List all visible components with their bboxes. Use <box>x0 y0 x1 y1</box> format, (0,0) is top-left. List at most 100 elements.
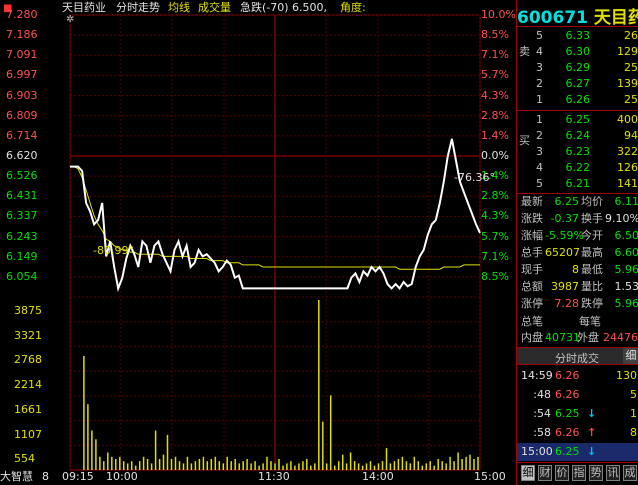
panel-tab[interactable]: 成 <box>623 465 637 481</box>
stock-name: 天目药业 <box>62 1 106 14</box>
angle-annotation-1: -80.99° <box>93 244 134 257</box>
level-volume: 94 <box>624 129 638 142</box>
bid-level-row: 2 6.24 94 <box>517 128 638 143</box>
trade-row[interactable]: :58 6.26 ↑ 8 <box>517 424 638 442</box>
arrow-down-icon: ↓ <box>587 407 597 420</box>
quote-value: 6.60 <box>614 246 638 259</box>
quote-value: 1.53 <box>614 280 638 293</box>
time-tick-label: 14:00 <box>362 470 394 483</box>
level-number: 1 <box>536 93 543 106</box>
intraday-chart[interactable] <box>0 0 516 485</box>
level-price: 6.29 <box>565 61 591 74</box>
volume-label[interactable]: 成交量 <box>198 2 231 14</box>
avg-line-label[interactable]: 均线 <box>168 2 190 14</box>
quote-value: 7.28 <box>554 297 580 310</box>
price-tick-label: 7.186 <box>6 28 38 42</box>
trade-time: :48 <box>533 388 551 401</box>
trades-detail-button[interactable]: 细 <box>623 348 638 364</box>
volume-tick-label: 554 <box>14 452 35 466</box>
trades-header[interactable]: 分时成交 细 <box>517 347 638 365</box>
trade-time: 14:59 <box>521 369 553 382</box>
time-tick-label: 09:15 <box>62 470 94 483</box>
price-tick-label: 6.243 <box>6 229 38 243</box>
trade-row[interactable]: 15:00 6.25 ↓ <box>517 443 638 461</box>
percent-tick-label: 5.7% <box>481 68 509 82</box>
inner-outer-row: 内盘 40731 外盘 24476 <box>517 330 638 346</box>
level-price: 6.30 <box>565 45 591 58</box>
volume-tick-label: 3321 <box>14 328 42 342</box>
quote-label: 量比 <box>581 280 603 293</box>
quote-label: 涨幅 <box>521 229 543 242</box>
level-number: 1 <box>536 113 543 126</box>
trade-price: 6.25 <box>555 445 580 458</box>
panel-tab[interactable]: 指 <box>572 465 586 481</box>
level-volume: 129 <box>617 45 638 58</box>
percent-tick-label: 8.5% <box>481 269 509 283</box>
angle-label: 角度: <box>340 1 366 14</box>
quote-label: 最新 <box>521 195 543 208</box>
panel-tab[interactable]: 财 <box>538 465 552 481</box>
panel-tab[interactable]: 价 <box>555 465 569 481</box>
trade-row[interactable]: 14:59 6.26 130 <box>517 367 638 385</box>
volume-tick-label: 1107 <box>14 427 42 441</box>
bid-level-row: 3 6.23 322 <box>517 144 638 159</box>
time-tick-label: 8 <box>42 470 49 483</box>
time-tick-label: 15:00 <box>474 470 506 483</box>
sell-side-label: 卖 <box>519 45 530 58</box>
level-volume: 141 <box>617 177 638 190</box>
quote-value: 3987 <box>551 280 579 293</box>
level-volume: 26 <box>624 29 638 42</box>
quote-row: 涨幅 -5.59% 今开 6.50 <box>517 228 638 244</box>
price-tick-label: 6.054 <box>6 269 38 283</box>
angle-annotation-2: -76.36° <box>454 171 495 184</box>
price-tick-label: 6.620 <box>6 149 38 162</box>
level-number: 2 <box>536 77 543 90</box>
quote-label: 总额 <box>521 280 543 293</box>
level-volume: 126 <box>617 161 638 174</box>
price-tick-label: 6.809 <box>6 108 38 122</box>
outer-value: 24476 <box>603 331 638 344</box>
per-order-label: 每笔 <box>579 315 601 328</box>
quote-row: 总手 65207 最高 6.60 <box>517 245 638 261</box>
quote-value: -5.59% <box>545 229 584 242</box>
stock-code: 600671 <box>517 8 588 27</box>
quote-row: 总额 3987 量比 1.53 <box>517 279 638 295</box>
quote-label: 总手 <box>521 246 543 259</box>
quote-value: 6.25 <box>554 195 580 208</box>
panel-tab[interactable]: 讯 <box>606 465 620 481</box>
trade-volume: 5 <box>630 388 637 401</box>
quote-label: 换手 <box>581 212 603 225</box>
percent-tick-label: 4.3% <box>481 88 509 102</box>
trade-row[interactable]: :54 6.25 ↓ 1 <box>517 405 638 423</box>
volume-tick-label: 1661 <box>14 402 42 416</box>
inner-label: 内盘 <box>521 331 543 344</box>
ask-level-row: 2 6.27 139 <box>517 76 638 91</box>
panel-tab[interactable]: 细 <box>521 465 535 481</box>
price-tick-label: 6.337 <box>6 209 38 223</box>
level-volume: 25 <box>624 93 638 106</box>
ask-level-row: 3 6.29 25 <box>517 60 638 75</box>
chart-type-label[interactable]: 分时走势 <box>116 2 160 14</box>
trade-time: :54 <box>533 407 551 420</box>
level-price: 6.26 <box>565 93 591 106</box>
order-count-row: 总笔 每笔 <box>517 314 638 330</box>
trade-time: :58 <box>533 426 551 439</box>
percent-tick-label: 1.4% <box>481 128 509 142</box>
quote-value: 65207 <box>545 246 580 259</box>
trade-volume: 130 <box>616 369 637 382</box>
quote-value: 6.50 <box>614 229 638 242</box>
trade-row[interactable]: :48 6.26 5 <box>517 386 638 404</box>
level-volume: 139 <box>617 77 638 90</box>
quote-row: 现手 8 最低 5.96 <box>517 262 638 278</box>
price-tick-label: 6.997 <box>6 68 38 82</box>
trade-price: 6.26 <box>555 426 580 439</box>
quote-value: 8 <box>572 263 579 276</box>
quote-row: 涨停 7.28 跌停 5.96 <box>517 296 638 312</box>
price-tick-label: 6.714 <box>6 128 38 142</box>
stock-header: 600671 天目药 <box>517 3 638 27</box>
trade-price: 6.25 <box>555 407 580 420</box>
level-price: 6.21 <box>565 177 591 190</box>
gear-icon[interactable]: ✲ <box>66 14 74 26</box>
inner-value: 40731 <box>545 331 580 344</box>
panel-tab[interactable]: 势 <box>589 465 603 481</box>
